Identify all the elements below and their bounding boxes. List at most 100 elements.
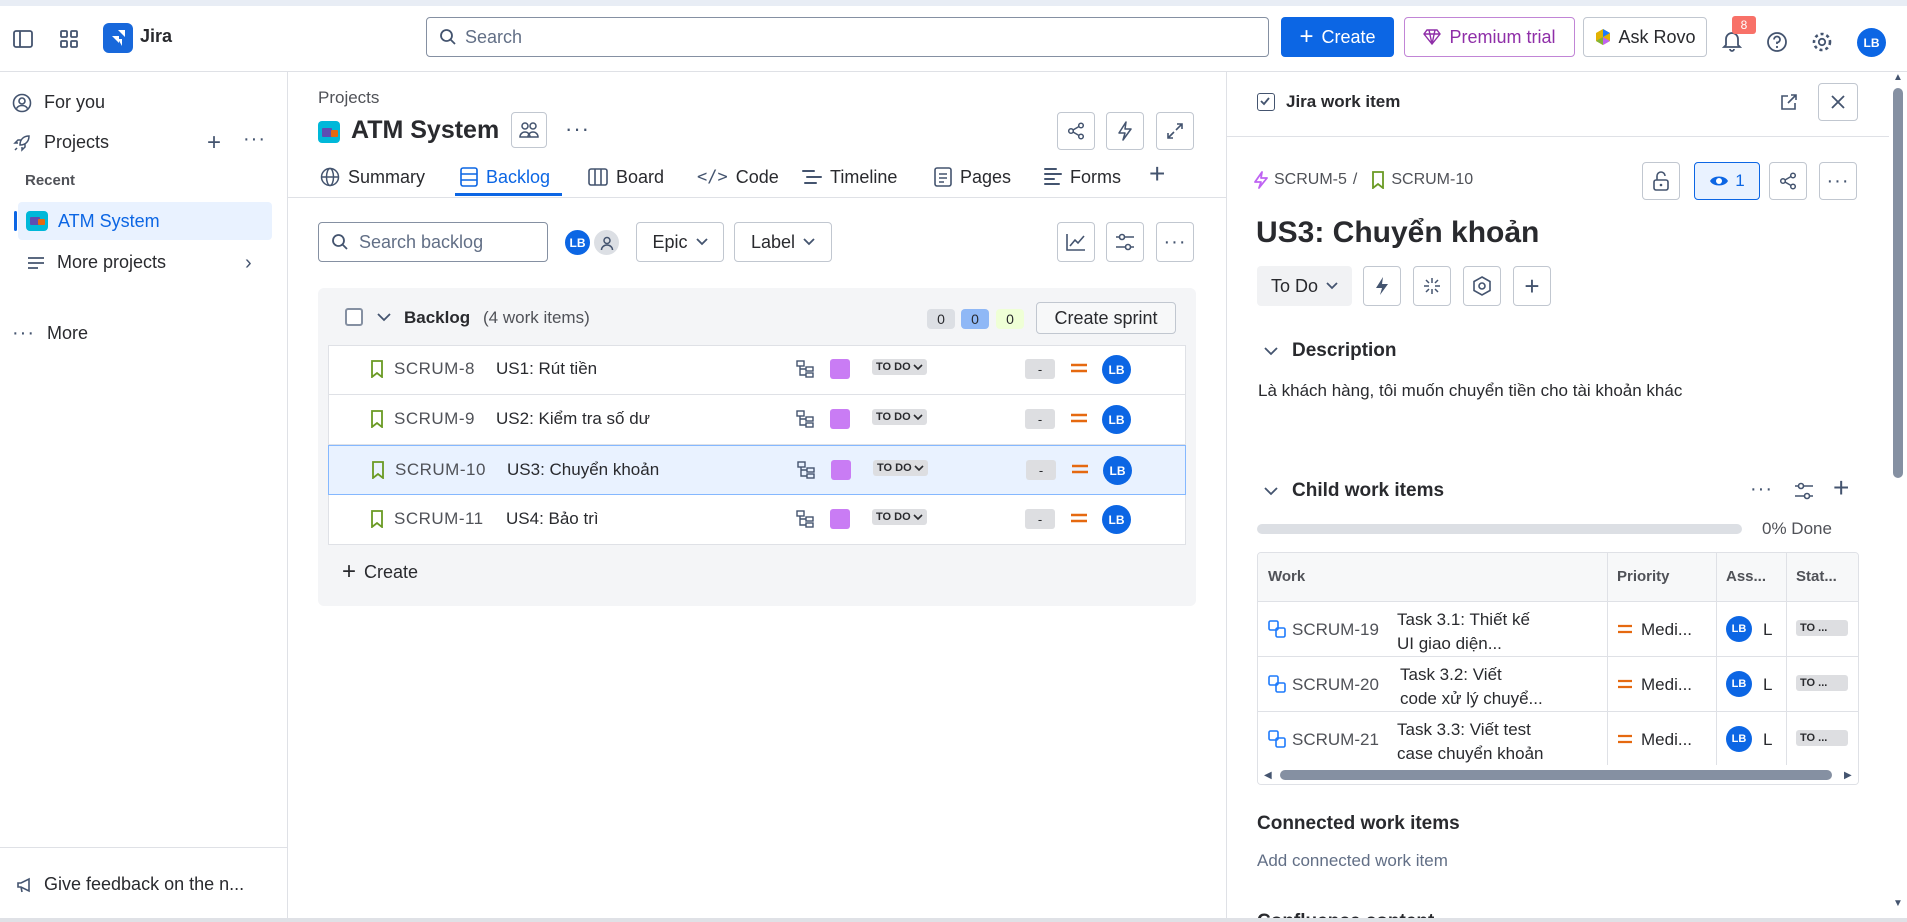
assignee-avatar[interactable]: LB (1102, 405, 1131, 434)
col-work[interactable]: Work (1268, 568, 1305, 585)
unassigned-avatar-icon[interactable] (592, 228, 621, 257)
backlog-select-checkbox[interactable] (345, 308, 363, 326)
automation-button[interactable] (1363, 266, 1401, 306)
create-sprint-button[interactable]: Create sprint (1036, 302, 1176, 334)
epic-color-swatch[interactable] (830, 509, 850, 529)
ai-button[interactable] (1413, 266, 1451, 306)
table-row[interactable]: SCRUM-8 US1: Rút tiền TO DO - LB (328, 345, 1186, 395)
estimate-badge[interactable]: - (1025, 359, 1055, 379)
scrollbar-thumb[interactable] (1893, 88, 1903, 478)
tab-summary[interactable]: Summary (320, 162, 425, 192)
add-child-icon[interactable]: + (1833, 474, 1849, 502)
collapse-chevron-icon[interactable] (377, 312, 391, 322)
search-input[interactable]: Search (426, 17, 1269, 57)
child-status-lozenge[interactable]: TO ... (1796, 730, 1848, 746)
col-assignee[interactable]: Ass... (1726, 568, 1766, 585)
vertical-scrollbar[interactable]: ▲ ▼ (1889, 72, 1907, 922)
insights-button[interactable] (1057, 222, 1095, 262)
child-assignee-name[interactable]: L (1763, 675, 1772, 695)
assignee-filter-avatar[interactable]: LB (563, 228, 592, 257)
child-summary-line2[interactable]: case chuyển khoản (1397, 742, 1544, 766)
child-status-lozenge[interactable]: TO ... (1796, 620, 1848, 636)
child-issues-icon[interactable] (796, 510, 814, 528)
label-filter-button[interactable]: Label (734, 222, 832, 262)
sliders-icon[interactable] (1794, 482, 1814, 500)
table-row[interactable]: SCRUM-10 US3: Chuyển khoản TO DO - LB (328, 445, 1186, 495)
issue-summary[interactable]: US2: Kiểm tra số dư (496, 409, 650, 429)
child-summary-line2[interactable]: UI giao diện... (1397, 632, 1502, 656)
estimate-badge[interactable]: - (1026, 460, 1056, 480)
child-row[interactable]: SCRUM-20 Task 3.2: Viết code xử lý chuyể..… (1258, 657, 1858, 712)
issue-summary[interactable]: US1: Rút tiền (496, 359, 597, 379)
app-switcher-icon[interactable] (56, 26, 82, 52)
child-summary-line1[interactable]: Task 3.3: Viết test (1397, 718, 1531, 742)
status-dropdown[interactable]: To Do (1257, 266, 1352, 306)
epic-filter-button[interactable]: Epic (636, 222, 724, 262)
item-key-link[interactable]: SCRUM-10 (1391, 171, 1473, 189)
team-button[interactable] (511, 112, 547, 148)
description-text[interactable]: Là khách hàng, tôi muốn chuyển tiền cho … (1258, 381, 1682, 401)
automation-button[interactable] (1106, 112, 1144, 150)
view-settings-button[interactable] (1106, 222, 1144, 262)
user-avatar[interactable]: LB (1857, 28, 1886, 57)
help-icon[interactable] (1764, 29, 1790, 55)
assignee-avatar[interactable]: LB (1102, 355, 1131, 384)
restrict-button[interactable] (1642, 162, 1680, 200)
child-summary-line1[interactable]: Task 3.1: Thiết kế (1397, 608, 1530, 632)
col-priority[interactable]: Priority (1617, 568, 1670, 585)
parent-key-link[interactable]: SCRUM-5 (1274, 171, 1347, 189)
chevron-down-icon[interactable] (1264, 346, 1278, 356)
status-lozenge[interactable]: TO DO (873, 460, 928, 476)
child-issues-icon[interactable] (796, 410, 814, 428)
child-assignee-avatar[interactable]: LB (1726, 726, 1752, 752)
assignee-avatar[interactable]: LB (1103, 456, 1132, 485)
add-connected-item-link[interactable]: Add connected work item (1257, 851, 1448, 871)
fullscreen-button[interactable] (1156, 112, 1194, 150)
child-priority[interactable]: Medi... (1641, 675, 1692, 695)
close-panel-button[interactable] (1818, 83, 1858, 121)
give-feedback-link[interactable]: Give feedback on the n... (16, 874, 244, 895)
status-lozenge[interactable]: TO DO (872, 509, 927, 525)
epic-color-swatch[interactable] (830, 359, 850, 379)
sidebar-item-more-projects[interactable]: More projects (27, 252, 166, 273)
issue-key[interactable]: SCRUM-11 (394, 509, 484, 529)
issue-summary[interactable]: US3: Chuyển khoản (507, 460, 659, 480)
sidebar-toggle-icon[interactable] (10, 26, 36, 52)
premium-trial-button[interactable]: Premium trial (1404, 17, 1575, 57)
project-more-icon[interactable]: ··· (565, 116, 590, 142)
scrollbar-thumb[interactable] (1280, 770, 1832, 780)
open-in-new-icon[interactable] (1776, 89, 1802, 115)
settings-gear-icon[interactable] (1809, 29, 1835, 55)
child-issues-icon[interactable] (796, 360, 814, 378)
child-issues-icon[interactable] (797, 461, 815, 479)
backlog-search-input[interactable]: Search backlog (318, 222, 548, 262)
estimate-badge[interactable]: - (1025, 409, 1055, 429)
tab-board[interactable]: Board (588, 162, 664, 192)
child-key[interactable]: SCRUM-21 (1292, 730, 1379, 750)
table-row[interactable]: SCRUM-11 US4: Bảo trì TO DO - LB (328, 495, 1186, 545)
epic-color-swatch[interactable] (831, 460, 851, 480)
watchers-button[interactable]: 1 (1694, 162, 1760, 200)
backlog-more-icon[interactable]: ··· (1156, 222, 1194, 262)
tab-pages[interactable]: Pages (934, 162, 1011, 192)
share-button[interactable] (1769, 162, 1807, 200)
issue-summary[interactable]: US4: Bảo trì (506, 509, 599, 529)
projects-more-icon[interactable]: ··· (243, 128, 266, 151)
add-tab-icon[interactable]: + (1149, 160, 1165, 188)
child-row[interactable]: SCRUM-19 Task 3.1: Thiết kế UI giao diện..… (1258, 602, 1858, 657)
chevron-right-icon[interactable]: › (245, 252, 252, 275)
child-assignee-avatar[interactable]: LB (1726, 616, 1752, 642)
child-priority[interactable]: Medi... (1641, 620, 1692, 640)
status-lozenge[interactable]: TO DO (872, 359, 927, 375)
child-priority[interactable]: Medi... (1641, 730, 1692, 750)
tab-code[interactable]: </> Code (697, 162, 779, 192)
child-key[interactable]: SCRUM-19 (1292, 620, 1379, 640)
issue-key[interactable]: SCRUM-10 (395, 460, 486, 480)
sidebar-item-more[interactable]: ··· More (12, 322, 88, 345)
tab-backlog[interactable]: Backlog (460, 162, 550, 192)
apps-button[interactable] (1463, 266, 1501, 306)
add-button[interactable]: + (1513, 266, 1551, 306)
issue-key[interactable]: SCRUM-8 (394, 359, 475, 379)
create-issue-button[interactable]: + Create (342, 560, 418, 584)
chevron-down-icon[interactable] (1264, 486, 1278, 496)
